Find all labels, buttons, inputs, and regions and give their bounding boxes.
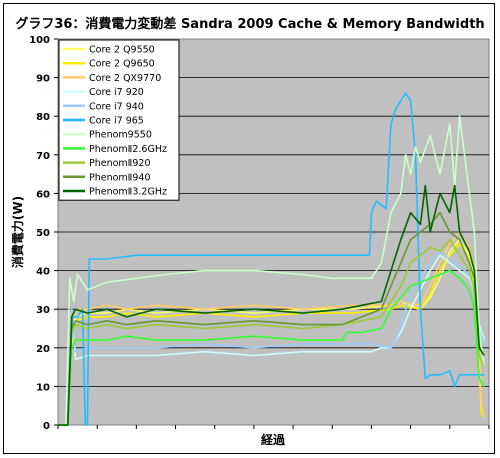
y-tick-label-60: 60 bbox=[36, 189, 50, 200]
legend-label-6: Phenom9550 bbox=[89, 130, 152, 141]
legend-label-10: PhenomⅡ3.2GHz bbox=[89, 187, 167, 198]
x-axis-label: 経過 bbox=[261, 432, 286, 447]
y-axis-label: 消費電力(W) bbox=[10, 196, 25, 268]
y-tick-label-10: 10 bbox=[36, 382, 50, 393]
y-tick-label-20: 20 bbox=[36, 344, 50, 355]
legend-label-3: Core i7 920 bbox=[89, 87, 144, 98]
legend-label-8: PhenomⅡ920 bbox=[89, 158, 151, 169]
legend-label-4: Core i7 940 bbox=[89, 101, 144, 112]
y-tick-label-80: 80 bbox=[36, 112, 50, 123]
y-tick-label-0: 0 bbox=[43, 421, 50, 432]
chart-svg: 0 10 20 30 40 50 60 70 80 90 100 消費電力(W) 経過 Core 2… bbox=[10, 35, 490, 447]
legend: Core 2 Q9550 Core 2 Q9650 Core 2 QX9770 Cor… bbox=[58, 39, 180, 201]
legend-label-5: Core i7 965 bbox=[89, 116, 144, 127]
y-tick-label-100: 100 bbox=[29, 35, 50, 46]
legend-label-9: PhenomⅡ940 bbox=[89, 172, 151, 183]
y-tick-label-70: 70 bbox=[36, 151, 50, 162]
y-tick-label-40: 40 bbox=[36, 267, 50, 278]
y-axis-ticks: 0 10 20 30 40 50 60 70 80 90 100 bbox=[29, 35, 58, 432]
legend-label-2: Core 2 QX9770 bbox=[89, 73, 161, 84]
y-tick-label-50: 50 bbox=[36, 228, 50, 239]
x-axis-ticks bbox=[57, 425, 490, 429]
y-tick-label-30: 30 bbox=[36, 305, 50, 316]
y-tick-label-90: 90 bbox=[36, 74, 50, 85]
legend-label-1: Core 2 Q9650 bbox=[89, 59, 155, 70]
legend-label-0: Core 2 Q9550 bbox=[89, 45, 155, 56]
legend-label-7: PhenomⅡ2.6GHz bbox=[89, 144, 167, 155]
